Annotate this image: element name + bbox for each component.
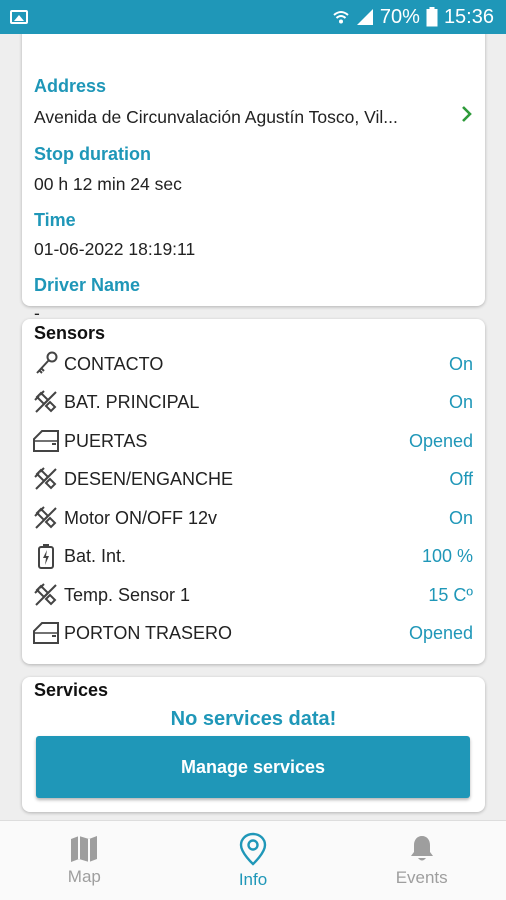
key-icon — [32, 350, 60, 378]
time-label: Time — [34, 210, 76, 230]
nav-events-label: Events — [395, 867, 448, 887]
sensor-row: BAT. PRINCIPAL On — [32, 387, 473, 417]
services-title: Services — [34, 680, 109, 700]
address-row[interactable]: Avenida de Circunvalación Agustín Tosco,… — [34, 105, 473, 129]
sensor-name: DESEN/ENGANCHE — [64, 468, 234, 489]
sensor-row: CONTACTO On — [32, 349, 473, 379]
sensor-name: Bat. Int. — [64, 545, 127, 566]
battery-icon — [32, 542, 60, 570]
sensor-name: CONTACTO — [64, 353, 164, 374]
sensor-value: 100 % — [421, 545, 473, 566]
address-value: Avenida de Circunvalación Agustín Tosco,… — [34, 106, 398, 127]
nav-map[interactable]: Map — [0, 821, 169, 900]
sensor-value: Opened — [408, 622, 473, 643]
scroll-content[interactable]: Address Avenida de Circunvalación Agustí… — [0, 34, 506, 820]
sensor-value: On — [448, 353, 473, 374]
nav-events[interactable]: Events — [337, 821, 506, 900]
signal-icon — [356, 9, 373, 25]
battery-percent: 70% — [379, 5, 420, 28]
sensors-card: Sensors CONTACTO On BAT. PRINCIPAL On PU… — [22, 319, 485, 664]
gallery-notification-icon — [10, 10, 28, 24]
stop-duration-value: 00 h 12 min 24 sec — [34, 174, 182, 194]
nav-map-label: Map — [67, 866, 101, 886]
plug-icon — [32, 388, 60, 416]
wifi-icon — [333, 11, 349, 24]
map-icon — [71, 835, 98, 862]
sensor-row: PUERTAS Opened — [32, 426, 473, 456]
bell-icon — [410, 835, 433, 860]
sensor-name: PORTON TRASERO — [64, 622, 233, 643]
sensor-value: On — [448, 391, 473, 412]
clock: 15:36 — [443, 5, 494, 28]
time-value: 01-06-2022 18:19:11 — [34, 239, 196, 259]
status-bar: 70% 15:36 — [0, 0, 506, 34]
sensor-name: Motor ON/OFF 12v — [64, 507, 218, 528]
sensor-name: BAT. PRINCIPAL — [64, 391, 200, 412]
bottom-navigation: Map Info Events — [0, 820, 506, 900]
sensor-name: PUERTAS — [64, 430, 148, 451]
sensor-row: Bat. Int. 100 % — [32, 541, 473, 571]
nav-info[interactable]: Info — [169, 821, 338, 900]
sensor-value: Off — [449, 468, 473, 489]
no-services-text: No services data! — [170, 708, 337, 730]
sensor-row: PORTON TRASERO Opened — [32, 618, 473, 648]
manage-services-button[interactable]: Manage services — [36, 736, 470, 798]
sensor-value: On — [448, 507, 473, 528]
nav-info-label: Info — [238, 869, 268, 889]
sensor-value: 15 Cº — [428, 584, 473, 605]
plug-icon — [32, 504, 60, 532]
plug-icon — [32, 581, 60, 609]
info-card: Address Avenida de Circunvalación Agustí… — [22, 34, 485, 323]
door-icon — [32, 427, 60, 455]
sensors-title: Sensors — [34, 323, 106, 343]
driver-name-label: Driver Name — [34, 275, 141, 295]
chevron-right-icon[interactable] — [461, 105, 473, 129]
stop-duration-label: Stop duration — [34, 144, 151, 164]
sensor-row: Temp. Sensor 1 15 Cº — [32, 580, 473, 610]
battery-icon — [426, 7, 438, 27]
sensor-value: Opened — [408, 430, 473, 451]
plug-icon — [32, 465, 60, 493]
address-label: Address — [34, 76, 107, 96]
sensor-name: Temp. Sensor 1 — [64, 584, 191, 605]
location-pin-icon — [239, 832, 267, 866]
door-icon — [32, 619, 60, 647]
sensor-row: DESEN/ENGANCHE Off — [32, 464, 473, 494]
sensor-row: Motor ON/OFF 12v On — [32, 503, 473, 533]
services-card: Services No services data! Manage servic… — [22, 677, 485, 812]
